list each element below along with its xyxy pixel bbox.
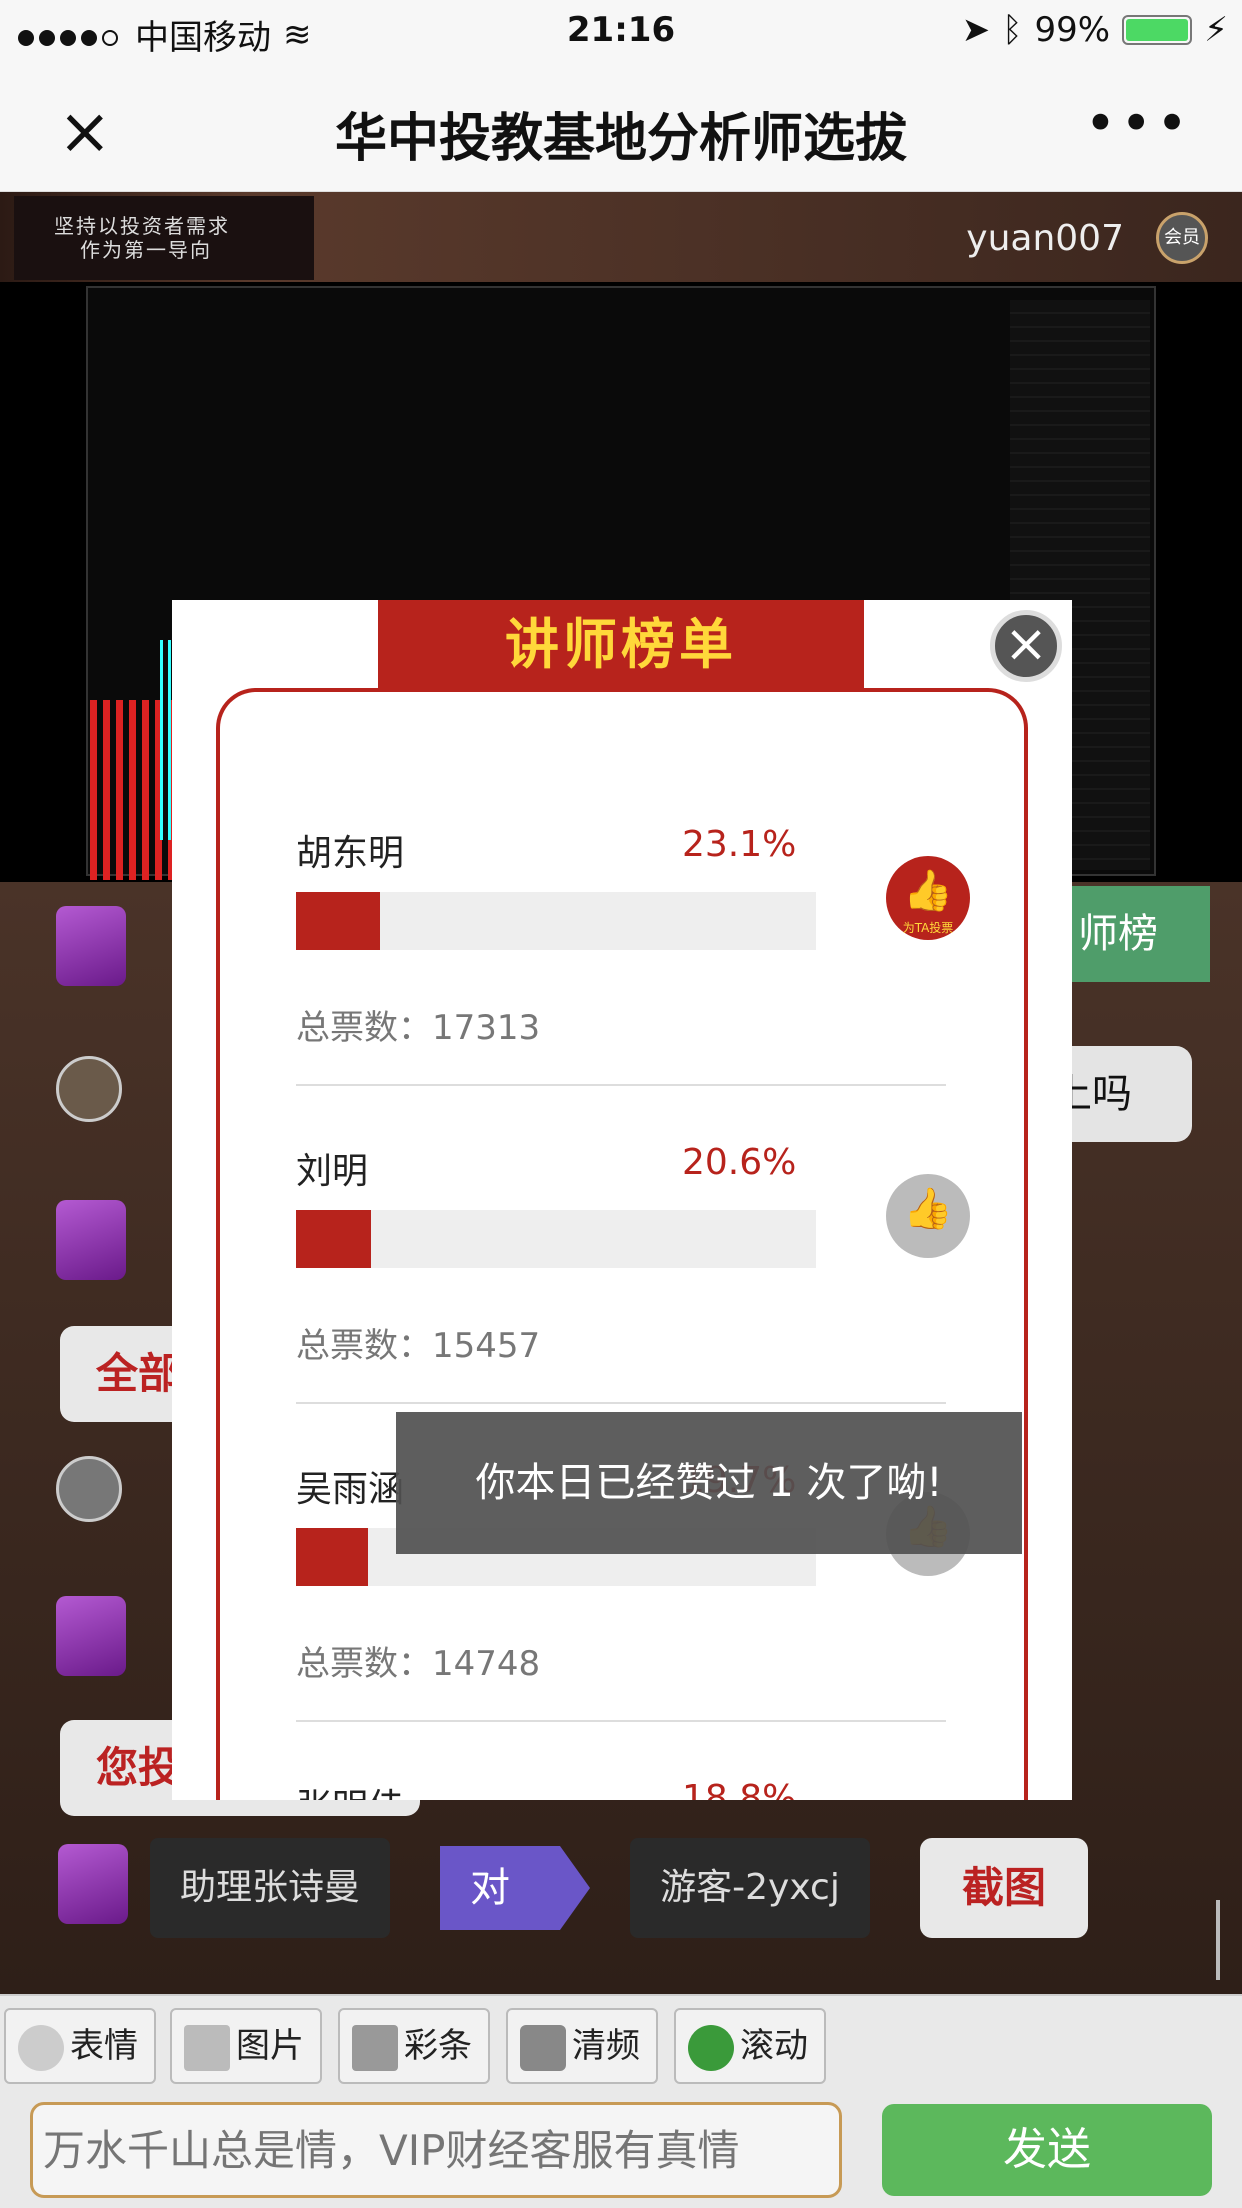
bluetooth-icon: ᛒ: [1002, 10, 1023, 50]
divider: [296, 1084, 946, 1086]
votes-prefix: 总票数：: [296, 1008, 432, 1048]
ranking-entry: 胡东明 23.1% 总票数：17313: [296, 824, 946, 1142]
thumbs-up-icon: 👍: [903, 1186, 953, 1232]
slogan-line-2: 作为第一导向: [80, 238, 212, 262]
divider: [296, 1402, 946, 1404]
member-badge: 会员: [1156, 212, 1208, 264]
nav-bar: × 华中投教基地分析师选拔 •••: [0, 62, 1242, 192]
total-votes: 总票数：15457: [296, 1318, 540, 1367]
ribbon-label: 彩条: [404, 2026, 472, 2066]
emoji-button[interactable]: 表情: [4, 2008, 156, 2084]
total-votes: 总票数：17313: [296, 1000, 540, 1049]
vote-progress-bar: [296, 892, 816, 950]
lecturer-name: 吴雨涵: [296, 1469, 405, 1510]
avatar[interactable]: [58, 1844, 128, 1924]
clear-label: 清频: [572, 2026, 640, 2066]
status-right: ➤ ᛒ 99% ⚡: [962, 10, 1228, 50]
scrollbar[interactable]: [1216, 1900, 1220, 1980]
lecturer-name: 胡东明: [296, 833, 405, 874]
vote-thumbs-up-button[interactable]: 👍: [886, 1174, 970, 1258]
lecturer-name: 刘明: [296, 1151, 369, 1192]
vote-progress-fill: [296, 1528, 368, 1586]
image-icon: [184, 2024, 230, 2071]
battery-percent: 99%: [1034, 10, 1111, 50]
slogan-logo: 坚持以投资者需求 作为第一导向: [14, 196, 314, 280]
lecturer-name: 张明佳: [296, 1778, 404, 1800]
toast-message: 你本日已经赞过 1 次了呦!: [396, 1412, 1022, 1554]
magic-wand-icon: [352, 2024, 398, 2071]
ranking-modal: 讲师榜单 胡东明 23.1% 总票数：17313 刘明 20.6% 总票数：15457 吴雨…: [172, 600, 1072, 1800]
bottom-toolbar: 表情 图片 彩条 清频 滚动 发送: [0, 1994, 1242, 2208]
trash-icon: [520, 2024, 566, 2071]
vote-progress-fill: [296, 1210, 371, 1268]
vote-thumbs-up-button[interactable]: 👍 为TA投票: [886, 856, 970, 940]
votes-count: 15457: [432, 1326, 541, 1366]
direction-label: 对: [440, 1846, 590, 1930]
scroll-toggle-button[interactable]: 滚动: [674, 2008, 826, 2084]
username[interactable]: yuan007: [966, 218, 1124, 259]
check-icon: [688, 2024, 734, 2071]
vote-for-ta-label: 为TA投票: [902, 921, 954, 935]
ranking-entry: 张明佳 18.8%: [296, 1778, 946, 1800]
avatar[interactable]: [56, 1056, 122, 1122]
vote-progress-fill: [296, 892, 380, 950]
total-votes: 总票数：14748: [296, 1636, 540, 1685]
avatar[interactable]: [56, 1200, 126, 1280]
charging-icon: ⚡: [1204, 10, 1228, 50]
vote-percent: 18.8%: [682, 1778, 797, 1800]
votes-count: 14748: [432, 1644, 541, 1684]
recipient-name[interactable]: 游客-2yxcj: [630, 1838, 870, 1938]
message-input[interactable]: [30, 2102, 842, 2198]
battery-icon: [1122, 15, 1193, 45]
avatar[interactable]: [56, 1596, 126, 1676]
screenshot-bubble[interactable]: 截图: [920, 1838, 1088, 1938]
votes-count: 17313: [432, 1008, 541, 1048]
scroll-label: 滚动: [740, 2026, 808, 2066]
ranking-tag[interactable]: 师榜: [1068, 886, 1210, 982]
divider: [296, 1720, 946, 1722]
vote-progress-bar: [296, 1210, 816, 1268]
image-label: 图片: [236, 2026, 304, 2066]
sender-name[interactable]: 助理张诗曼: [150, 1838, 390, 1938]
chat-row: 助理张诗曼 对 游客-2yxcj 截图: [0, 1838, 1242, 1938]
thumbs-up-icon: 👍: [903, 868, 953, 914]
votes-prefix: 总票数：: [296, 1644, 432, 1684]
page-title: 华中投教基地分析师选拔: [334, 109, 907, 169]
ribbon-button[interactable]: 彩条: [338, 2008, 490, 2084]
location-icon: ➤: [961, 10, 991, 50]
avatar[interactable]: [56, 906, 126, 986]
votes-prefix: 总票数：: [296, 1326, 432, 1366]
status-bar: 中国移动 ≋ 21:16 ➤ ᛒ 99% ⚡: [0, 0, 1242, 62]
send-button[interactable]: 发送: [882, 2104, 1212, 2196]
modal-title: 讲师榜单: [378, 600, 864, 690]
image-button[interactable]: 图片: [170, 2008, 322, 2084]
slogan-line-1: 坚持以投资者需求: [54, 214, 230, 238]
avatar[interactable]: [56, 1456, 122, 1522]
more-menu-button[interactable]: •••: [1084, 92, 1192, 155]
emoji-label: 表情: [70, 2026, 138, 2066]
clear-button[interactable]: 清频: [506, 2008, 658, 2084]
vote-percent: 23.1%: [682, 824, 797, 865]
modal-close-button[interactable]: ×: [990, 610, 1062, 682]
emoji-icon: [18, 2024, 64, 2071]
vote-percent: 20.6%: [682, 1142, 797, 1183]
